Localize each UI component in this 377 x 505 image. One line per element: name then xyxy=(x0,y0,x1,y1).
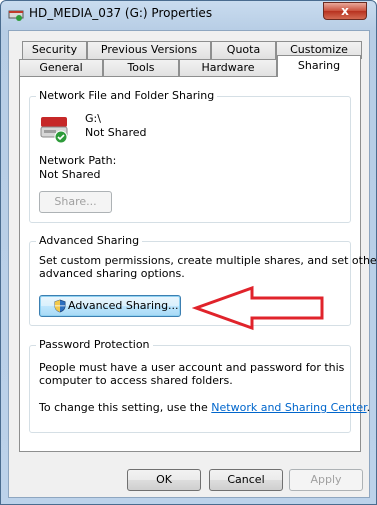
tab-tools[interactable]: Tools xyxy=(103,59,179,77)
network-path-label: Network Path: xyxy=(39,154,117,167)
tab-general[interactable]: General xyxy=(19,59,103,77)
tab-previous-versions[interactable]: Previous Versions xyxy=(87,41,211,59)
password-protection-group: Password Protection xyxy=(29,338,351,433)
close-icon: x xyxy=(341,4,349,18)
window-title: HD_MEDIA_037 (G:) Properties xyxy=(29,6,213,20)
network-sharing-group-label: Network File and Folder Sharing xyxy=(36,89,218,102)
tab-quota[interactable]: Quota xyxy=(211,41,276,59)
password-desc-1: People must have a user account and pass… xyxy=(39,361,345,374)
drive-icon xyxy=(40,117,68,144)
red-arrow-annotation xyxy=(192,285,324,331)
tab-sharing[interactable]: Sharing xyxy=(277,55,361,77)
close-button[interactable]: x xyxy=(323,2,367,20)
uac-shield-icon xyxy=(54,299,66,313)
advanced-sharing-button[interactable]: Advanced Sharing... xyxy=(39,295,181,317)
cancel-button[interactable]: Cancel xyxy=(209,469,283,491)
advanced-sharing-group-label: Advanced Sharing xyxy=(36,234,143,247)
apply-button[interactable]: Apply xyxy=(289,469,363,491)
password-change-text: To change this setting, use the Network … xyxy=(39,401,370,415)
password-change-suffix: . xyxy=(366,401,371,414)
network-sharing-center-link[interactable]: Network and Sharing Center xyxy=(211,401,366,414)
advanced-sharing-desc-2: advanced sharing options. xyxy=(39,267,185,280)
password-protection-group-label: Password Protection xyxy=(36,338,153,351)
advanced-sharing-desc-1: Set custom permissions, create multiple … xyxy=(39,254,377,267)
ok-button[interactable]: OK xyxy=(127,469,201,491)
password-change-prefix: To change this setting, use the xyxy=(39,401,212,414)
tab-security[interactable]: Security xyxy=(22,41,87,59)
network-path-value: Not Shared xyxy=(39,168,101,181)
password-desc-2: computer to access shared folders. xyxy=(39,374,233,387)
share-status: Not Shared xyxy=(85,126,147,139)
advanced-sharing-button-label: Advanced Sharing... xyxy=(68,299,179,312)
tab-hardware[interactable]: Hardware xyxy=(179,59,277,77)
properties-window: HD_MEDIA_037 (G:) Properties x Security … xyxy=(0,0,377,505)
share-button[interactable]: Share... xyxy=(39,191,112,213)
title-bar[interactable]: HD_MEDIA_037 (G:) Properties x xyxy=(1,1,376,29)
network-drive-title-icon xyxy=(8,10,24,21)
drive-name: G:\ xyxy=(85,112,101,125)
